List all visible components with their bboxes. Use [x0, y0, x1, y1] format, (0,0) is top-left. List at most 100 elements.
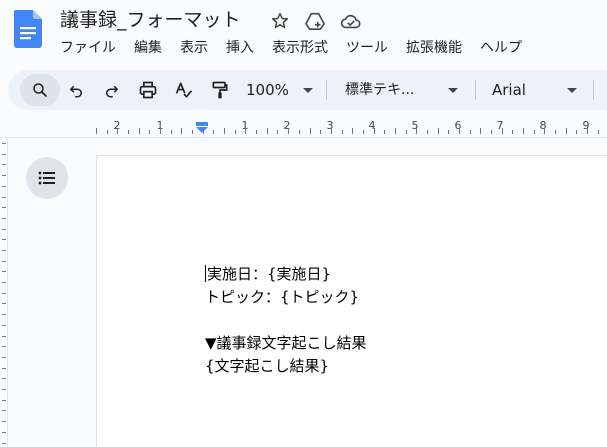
document-title[interactable]: 議事録_フォーマット	[60, 8, 241, 32]
zoom-dropdown-caret[interactable]	[303, 88, 313, 93]
paint-format-button[interactable]	[208, 78, 232, 102]
ruler-tick	[224, 128, 225, 134]
ruler-tick	[310, 128, 311, 134]
ruler-tick	[2, 400, 6, 401]
ruler-tick	[2, 336, 6, 337]
ruler-tick	[2, 218, 6, 219]
ruler-tick	[2, 410, 6, 411]
menu-format[interactable]: 表示形式	[272, 38, 328, 58]
ruler-tick	[416, 128, 417, 134]
print-button[interactable]	[136, 78, 160, 102]
search-icon	[33, 83, 47, 97]
toolbar: 100% 標準テキ... Arial	[8, 70, 607, 110]
ruler-tick	[331, 128, 332, 134]
ruler-tick	[267, 128, 268, 134]
menu-tools[interactable]: ツール	[346, 38, 388, 58]
ruler-label: 3	[326, 119, 334, 132]
toolbar-divider	[475, 80, 476, 100]
ruler-tick	[598, 130, 599, 134]
ruler-tick	[2, 143, 6, 144]
header: 議事録_フォーマット ファイル 編集 表示 挿入 表示形式 ツール 拡張機能 ヘ…	[0, 0, 607, 64]
ruler-tick	[587, 128, 588, 134]
menu-extensions[interactable]: 拡張機能	[406, 38, 462, 58]
ruler-label: 6	[454, 119, 462, 132]
ruler-tick	[523, 128, 524, 134]
ruler-tick	[470, 130, 471, 134]
docs-window: 議事録_フォーマット ファイル 編集 表示 挿入 表示形式 ツール 拡張機能 ヘ…	[0, 0, 607, 447]
docs-logo-icon[interactable]	[14, 10, 42, 48]
body-line[interactable]: {文字起こし結果}	[205, 355, 367, 378]
body-line[interactable]: 実施日：{実施日}	[205, 263, 367, 286]
ruler-tick	[128, 130, 129, 134]
body-line-date: 実施日：{実施日}	[207, 265, 332, 283]
vertical-ruler[interactable]	[0, 139, 8, 447]
ruler-tick	[395, 128, 396, 134]
paint-format-icon	[212, 81, 228, 99]
ruler-tick	[299, 130, 300, 134]
ruler-tick	[139, 128, 140, 134]
ruler-tick	[384, 130, 385, 134]
font-select[interactable]: Arial	[492, 80, 526, 100]
undo-button[interactable]	[64, 78, 88, 102]
ruler-tick	[2, 271, 6, 272]
ruler-tick	[2, 357, 6, 358]
body-line[interactable]: トピック：{トピック}	[205, 286, 367, 309]
ruler-tick	[2, 346, 6, 347]
ruler-tick	[406, 130, 407, 134]
body-line-transcript: {文字起こし結果}	[205, 357, 330, 375]
indent-marker-icon[interactable]	[196, 122, 208, 133]
cloud-saved-icon[interactable]	[340, 11, 362, 31]
ruler-tick	[534, 130, 535, 134]
undo-icon	[70, 85, 82, 98]
redo-button[interactable]	[100, 78, 124, 102]
move-to-drive-icon[interactable]	[304, 11, 326, 31]
ruler-tick	[2, 432, 6, 433]
spellcheck-icon	[175, 82, 193, 98]
ruler-tick	[2, 325, 6, 326]
body-line-heading: ▼議事録文字起こし結果	[205, 334, 367, 352]
menu-bar: ファイル 編集 表示 挿入 表示形式 ツール 拡張機能 ヘルプ	[60, 38, 540, 58]
toolbar-divider	[593, 80, 594, 100]
text-cursor	[205, 265, 206, 282]
spellcheck-button[interactable]	[172, 78, 196, 102]
ruler-tick	[438, 128, 439, 134]
menu-insert[interactable]: 挿入	[226, 38, 254, 58]
ruler-tick	[342, 130, 343, 134]
paragraph-style-caret[interactable]	[448, 88, 458, 93]
title-actions	[270, 10, 362, 32]
ruler-tick	[352, 128, 353, 134]
search-menus-button[interactable]	[20, 74, 60, 106]
ruler-tick	[213, 130, 214, 134]
zoom-value[interactable]: 100%	[246, 80, 289, 100]
paragraph-style-select[interactable]: 標準テキ...	[345, 80, 414, 100]
document-page[interactable]: 実施日：{実施日} トピック：{トピック} ▼議事録文字起こし結果 {文字起こし…	[96, 155, 607, 447]
ruler-tick	[448, 130, 449, 134]
ruler-tick	[363, 130, 364, 134]
ruler-tick	[245, 128, 246, 134]
menu-edit[interactable]: 編集	[134, 38, 162, 58]
star-icon[interactable]	[270, 11, 290, 31]
menu-view[interactable]: 表示	[180, 38, 208, 58]
body-line[interactable]	[205, 309, 367, 332]
ruler-tick	[2, 282, 6, 283]
ruler-tick	[2, 229, 6, 230]
ruler-tick	[480, 128, 481, 134]
ruler-tick	[2, 154, 6, 155]
body-line[interactable]: ▼議事録文字起こし結果	[205, 332, 367, 355]
document-body[interactable]: 実施日：{実施日} トピック：{トピック} ▼議事録文字起こし結果 {文字起こし…	[205, 263, 367, 378]
ruler-tick	[107, 130, 108, 134]
ruler-tick	[2, 303, 6, 304]
outline-list-icon	[38, 171, 55, 185]
horizontal-ruler[interactable]: 21123456789	[0, 118, 607, 138]
ruler-tick	[256, 130, 257, 134]
document-outline-button[interactable]	[26, 157, 68, 199]
ruler-tick	[96, 128, 97, 134]
ruler-tick	[235, 130, 236, 134]
ruler-label: 9	[582, 119, 590, 132]
ruler-tick	[149, 130, 150, 134]
font-dropdown-caret[interactable]	[567, 88, 577, 93]
menu-help[interactable]: ヘルプ	[480, 38, 522, 58]
ruler-tick	[459, 128, 460, 134]
ruler-tick	[2, 368, 6, 369]
menu-file[interactable]: ファイル	[60, 38, 116, 58]
